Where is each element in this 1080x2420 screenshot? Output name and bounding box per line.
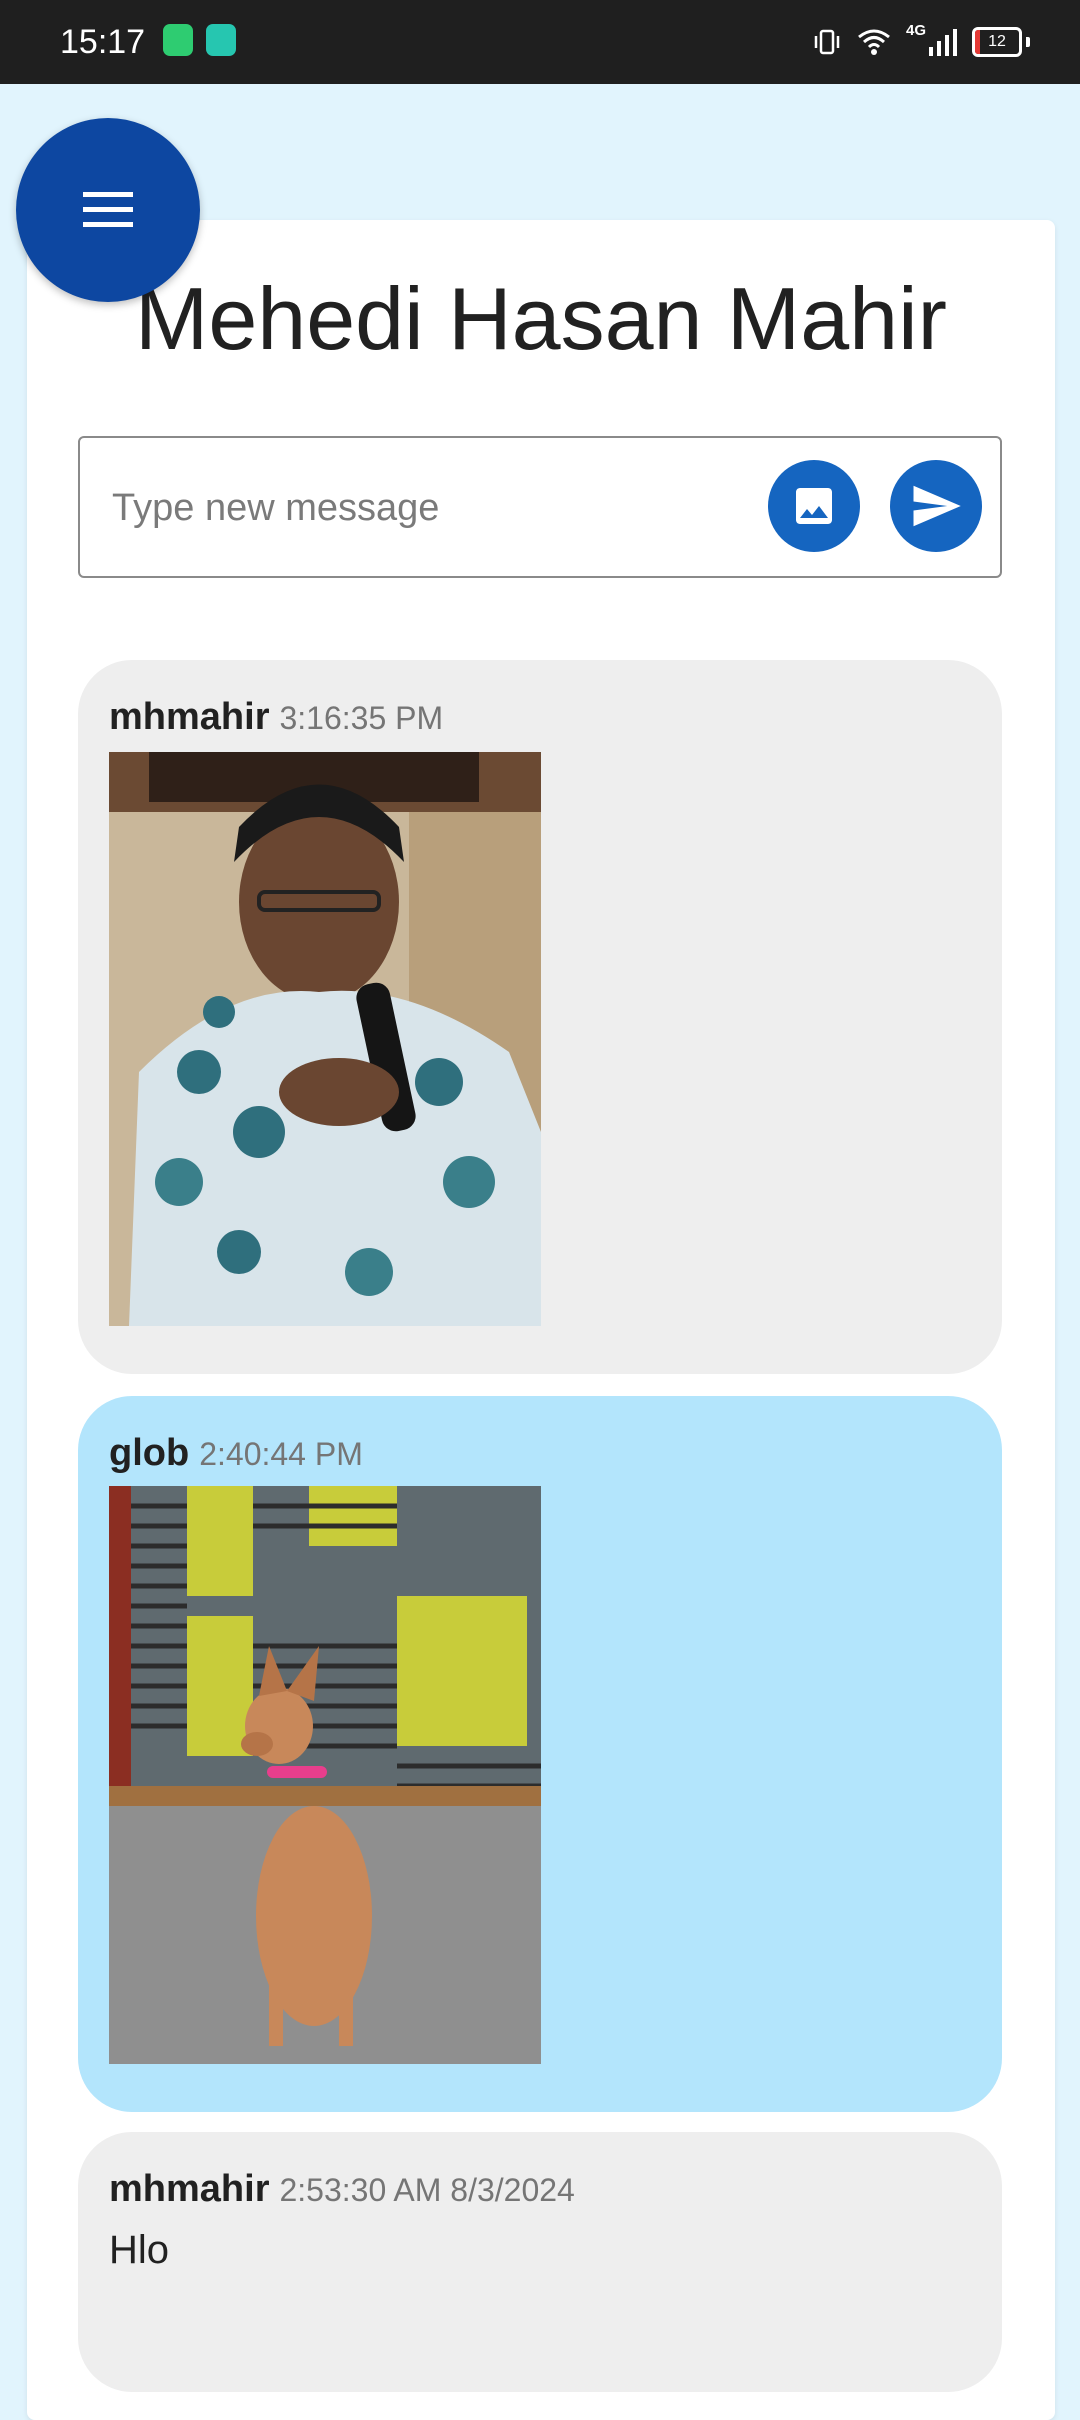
status-time: 15:17: [60, 23, 146, 61]
message-composer: [78, 436, 1002, 578]
network-type: 4G: [905, 22, 926, 39]
battery-level: 12: [988, 33, 1006, 50]
notification-chat-icon: [206, 24, 236, 56]
message-username[interactable]: mhmahir: [109, 2168, 269, 2211]
vibrate-icon: [814, 29, 840, 55]
image-icon: [796, 488, 832, 524]
message-header: glob 2:40:44 PM: [109, 1432, 363, 1492]
message-username[interactable]: mhmahir: [109, 696, 269, 739]
message-image[interactable]: [109, 752, 541, 1326]
send-button[interactable]: [890, 460, 982, 552]
message-header: mhmahir 3:16:35 PM: [109, 696, 443, 756]
battery-tip: [1026, 37, 1030, 47]
battery-level-fill: [975, 30, 980, 54]
notification-app-icon: [163, 24, 193, 56]
signal-icon: [929, 29, 957, 56]
status-indicators: 4G 12: [812, 22, 1030, 62]
message-username[interactable]: glob: [109, 1432, 189, 1475]
message-text: Hlo: [109, 2228, 170, 2272]
message-input[interactable]: [110, 472, 764, 544]
message-bubble: glob 2:40:44 PM: [78, 1396, 1002, 2112]
message-bubble: mhmahir 2:53:30 AM 8/3/2024 Hlo: [78, 2132, 1002, 2392]
send-icon: [913, 485, 961, 527]
attach-image-button[interactable]: [768, 460, 860, 552]
wifi-icon: [858, 29, 890, 55]
hamburger-menu-icon: [83, 192, 133, 227]
message-timestamp: 2:53:30 AM 8/3/2024: [279, 2172, 575, 2208]
message-bubble: mhmahir 3:16:35 PM: [78, 660, 1002, 1374]
page-title: Mehedi Hasan Mahir: [135, 269, 947, 368]
message-timestamp: 3:16:35 PM: [279, 700, 444, 736]
message-timestamp: 2:40:44 PM: [199, 1436, 363, 1472]
message-header: mhmahir 2:53:30 AM 8/3/2024: [109, 2168, 575, 2228]
message-image[interactable]: [109, 1486, 541, 2064]
status-bar: 15:17 4G 12: [0, 0, 1080, 84]
battery-icon: 12: [972, 27, 1022, 57]
menu-button[interactable]: [16, 118, 200, 302]
